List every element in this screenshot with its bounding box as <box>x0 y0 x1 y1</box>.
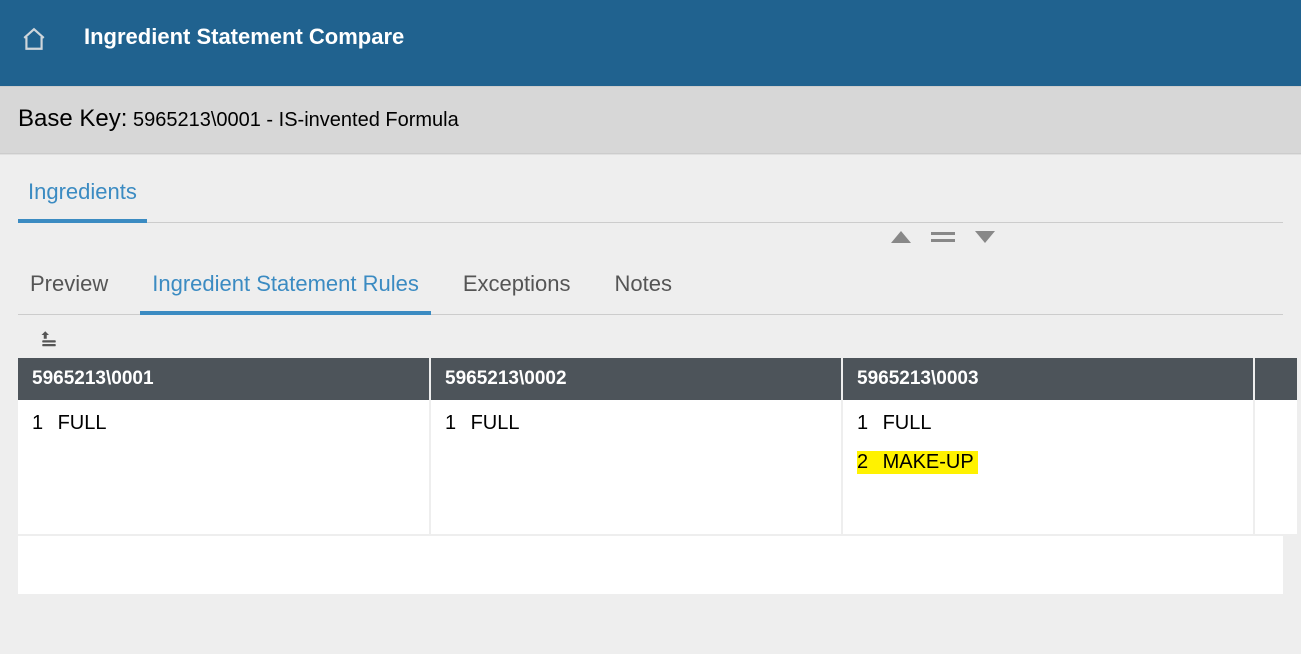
expand-down-icon[interactable] <box>975 231 995 243</box>
rule-entry: 1 FULL <box>32 412 415 435</box>
basekey-value: 5965213\0001 - IS-invented Formula <box>133 109 459 131</box>
section-controls <box>0 223 1301 249</box>
compare-col-header: 5965213\0002 <box>430 358 842 400</box>
basekey-row: Base Key: 5965213\0001 - IS-invented For… <box>0 86 1301 154</box>
tab-notes[interactable]: Notes <box>602 271 683 314</box>
drag-handle-icon[interactable] <box>931 231 955 243</box>
compare-cell: 1 FULL 2 MAKE-UP <box>842 400 1254 534</box>
table-row: 1 FULL 1 FULL 1 FULL <box>18 400 1298 534</box>
rule-entry: 1 FULL <box>445 412 827 435</box>
compare-cell: 1 FULL <box>18 400 430 534</box>
compare-cell-extra <box>1254 400 1298 534</box>
rule-entry-highlight: 2 MAKE-UP <box>857 451 978 474</box>
app-header: Ingredient Statement Compare <box>0 0 1301 86</box>
compare-col-header: 5965213\0003 <box>842 358 1254 400</box>
compare-table: 5965213\0001 5965213\0002 5965213\0003 1… <box>18 358 1299 534</box>
tab-ingredients[interactable]: Ingredients <box>18 179 147 223</box>
tab-preview[interactable]: Preview <box>18 271 120 314</box>
compare-cell: 1 FULL <box>430 400 842 534</box>
basekey-label: Base Key: <box>18 105 127 132</box>
app-title: Ingredient Statement Compare <box>84 24 404 50</box>
compare-col-header-extra <box>1254 358 1298 400</box>
tab-exceptions[interactable]: Exceptions <box>451 271 583 314</box>
compare-col-header: 5965213\0001 <box>18 358 430 400</box>
sub-tabs: Preview Ingredient Statement Rules Excep… <box>0 249 1301 315</box>
rule-entry: 1 FULL <box>857 412 1239 435</box>
top-tabs: Ingredients <box>0 155 1301 223</box>
find-replace-icon[interactable] <box>40 334 58 351</box>
home-icon[interactable] <box>0 24 68 52</box>
collapse-up-icon[interactable] <box>891 231 911 243</box>
tab-ingredient-statement-rules[interactable]: Ingredient Statement Rules <box>140 271 431 315</box>
blank-area <box>18 534 1283 594</box>
